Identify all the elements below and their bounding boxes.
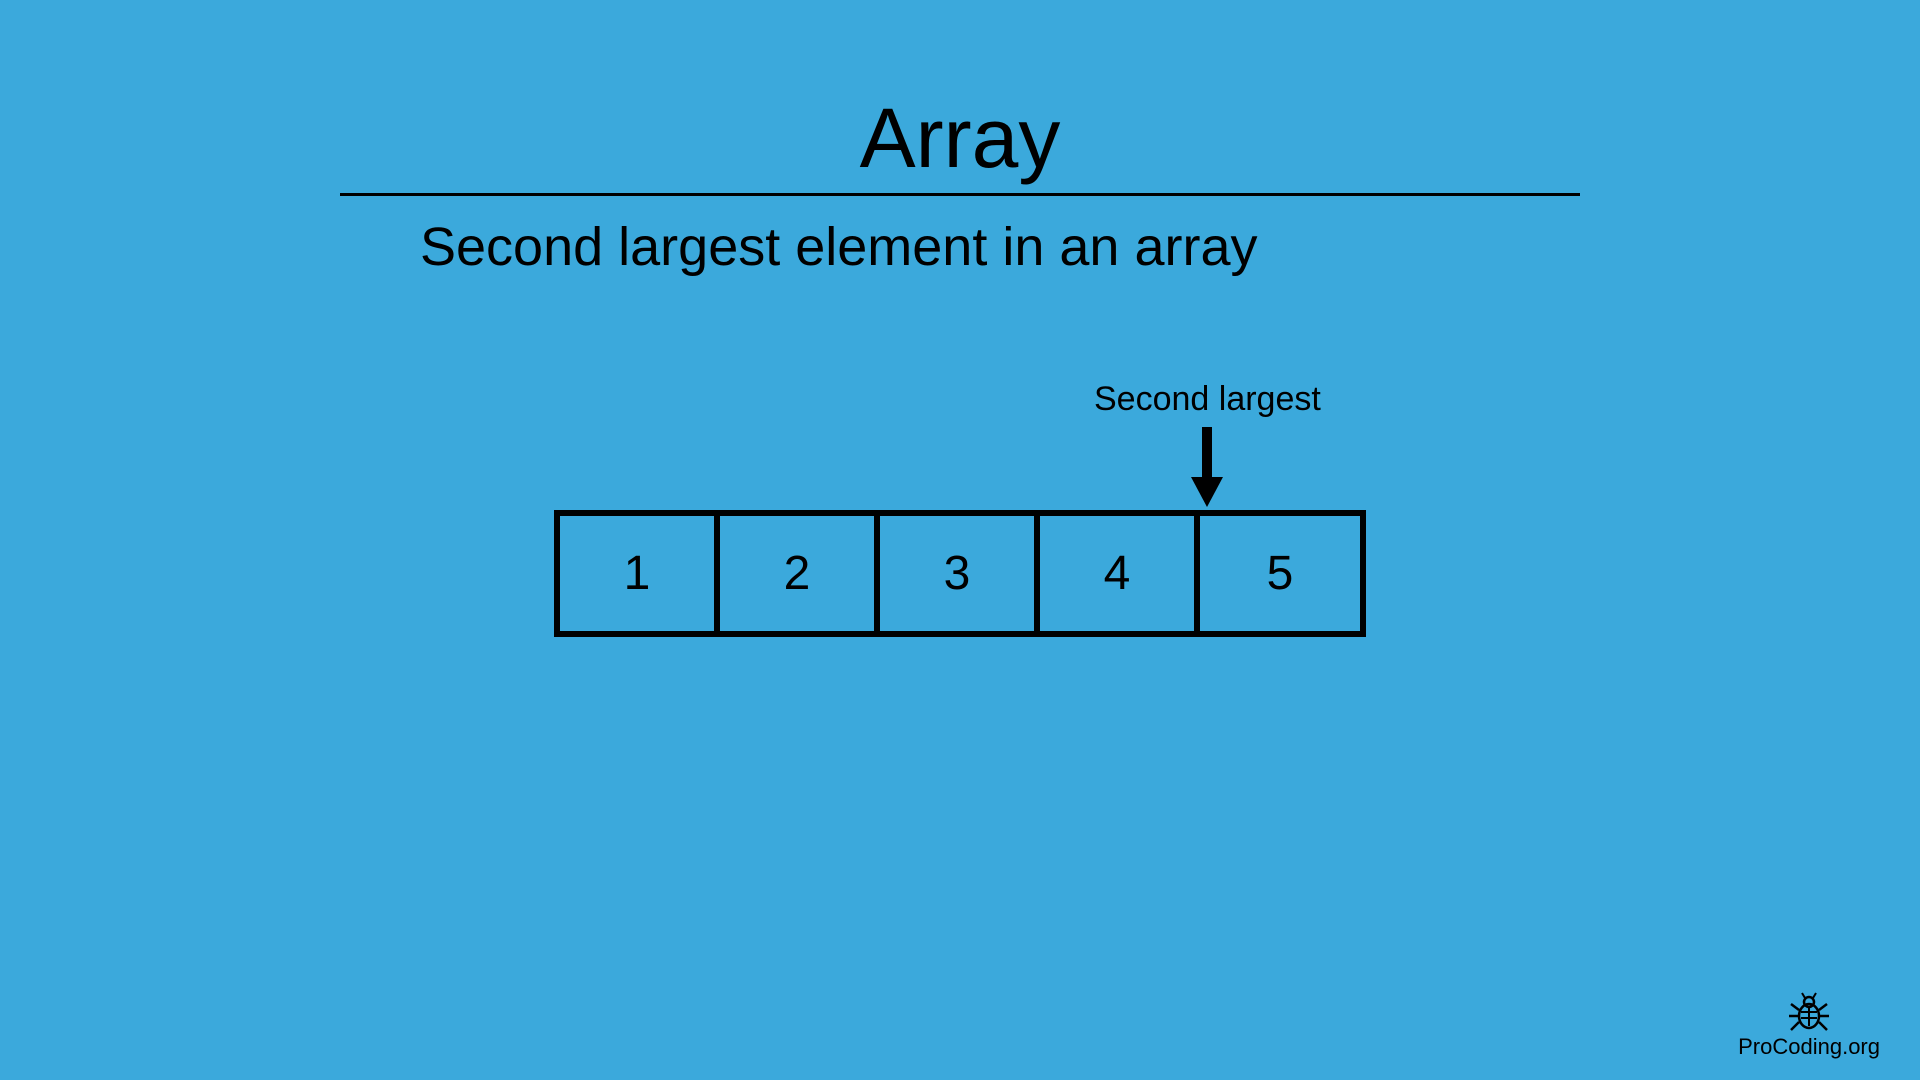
array-cell: 4 <box>1040 516 1200 631</box>
bug-icon <box>1738 992 1880 1032</box>
footer-brand: ProCoding.org <box>1738 992 1880 1060</box>
page-title: Array <box>340 90 1580 187</box>
arrow-down-icon <box>1094 427 1321 507</box>
array-cell: 3 <box>880 516 1040 631</box>
title-divider <box>340 193 1580 196</box>
page-subtitle: Second largest element in an array <box>340 216 1580 278</box>
array-cell: 5 <box>1200 516 1360 631</box>
footer-text: ProCoding.org <box>1738 1034 1880 1060</box>
array-diagram: 1 2 3 4 5 <box>554 510 1366 637</box>
array-cell: 2 <box>720 516 880 631</box>
annotation-label: Second largest <box>1094 380 1321 419</box>
array-cell: 1 <box>560 516 720 631</box>
annotation-second-largest: Second largest <box>1094 380 1321 507</box>
title-block: Array Second largest element in an array <box>340 90 1580 278</box>
